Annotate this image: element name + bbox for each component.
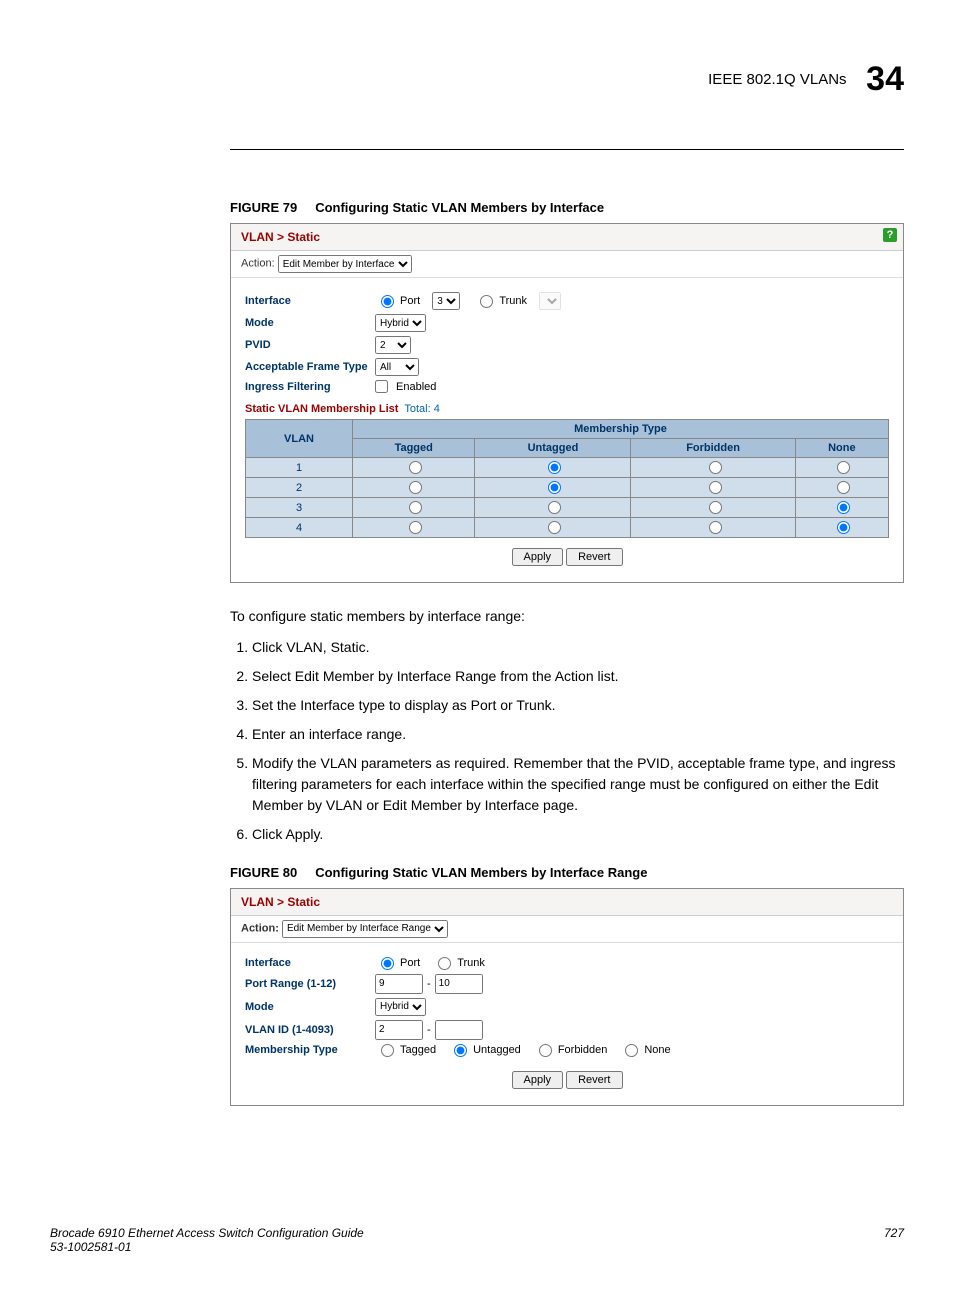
table-col-header: Forbidden — [631, 439, 795, 458]
help-icon[interactable]: ? — [883, 228, 897, 242]
row-pvid: PVID 2 — [245, 336, 889, 354]
port-radio[interactable] — [381, 295, 394, 308]
row-interface: Interface Port Trunk — [245, 957, 889, 970]
step-item: Enter an interface range. — [252, 724, 904, 745]
membership-radio[interactable] — [837, 461, 850, 474]
membership-radio[interactable] — [409, 521, 422, 534]
mode-select[interactable]: Hybrid — [375, 998, 426, 1016]
row-vlanid: VLAN ID (1-4093) - — [245, 1020, 889, 1040]
table-col-header: None — [795, 439, 888, 458]
membership-radio[interactable] — [709, 521, 722, 534]
table-row: 3 — [246, 498, 889, 518]
range-to-input[interactable] — [435, 974, 483, 994]
aft-select[interactable]: All — [375, 358, 419, 376]
apply-button[interactable]: Apply — [512, 548, 564, 566]
revert-button[interactable]: Revert — [566, 548, 622, 566]
header-rule — [230, 149, 904, 150]
vlanid-from-input[interactable] — [375, 1020, 423, 1040]
row-membership: Membership Type Tagged Untagged Forbidde… — [245, 1044, 889, 1057]
trunk-select[interactable] — [539, 292, 561, 310]
membership-radio[interactable] — [548, 461, 561, 474]
ingress-checkbox[interactable] — [375, 380, 388, 393]
vlanid-to-input[interactable] — [435, 1020, 483, 1040]
button-row: Apply Revert — [245, 538, 889, 572]
action-bar: Action: Edit Member by Interface — [231, 251, 903, 278]
forbidden-radio[interactable] — [539, 1044, 552, 1057]
port-radio[interactable] — [381, 957, 394, 970]
membership-radio[interactable] — [548, 501, 561, 514]
step-item: Modify the VLAN parameters as required. … — [252, 753, 904, 816]
membership-radio[interactable] — [548, 481, 561, 494]
step-item: Click Apply. — [252, 824, 904, 845]
action-select[interactable]: Edit Member by Interface Range — [282, 920, 448, 938]
table-row: 4 — [246, 518, 889, 538]
tagged-radio[interactable] — [381, 1044, 394, 1057]
membership-radio[interactable] — [409, 501, 422, 514]
row-interface: Interface Port 3 Trunk — [245, 292, 889, 310]
table-col-header: Tagged — [353, 439, 475, 458]
membership-radio[interactable] — [709, 481, 722, 494]
vlan-id-cell: 2 — [246, 478, 353, 498]
membership-radio[interactable] — [709, 501, 722, 514]
figure-79-screenshot: VLAN > Static ? Action: Edit Member by I… — [230, 223, 904, 583]
apply-button[interactable]: Apply — [512, 1071, 564, 1089]
step-item: Click VLAN, Static. — [252, 637, 904, 658]
membership-radio[interactable] — [837, 521, 850, 534]
figure-80-label: FIGURE 80Configuring Static VLAN Members… — [230, 865, 904, 880]
page-header: IEEE 802.1Q VLANs 34 — [50, 60, 904, 99]
action-bar: Action: Edit Member by Interface Range — [231, 916, 903, 943]
membership-radio[interactable] — [709, 461, 722, 474]
intro-text: To configure static members by interface… — [230, 607, 904, 627]
action-select[interactable]: Edit Member by Interface — [278, 255, 412, 273]
row-aft: Acceptable Frame Type All — [245, 358, 889, 376]
table-row: 1 — [246, 458, 889, 478]
table-row: 2 — [246, 478, 889, 498]
pvid-select[interactable]: 2 — [375, 336, 411, 354]
membership-radio[interactable] — [837, 501, 850, 514]
untagged-radio[interactable] — [454, 1044, 467, 1057]
step-item: Set the Interface type to display as Por… — [252, 695, 904, 716]
row-mode: Mode Hybrid — [245, 314, 889, 332]
steps-list: Click VLAN, Static. Select Edit Member by… — [230, 637, 904, 845]
range-from-input[interactable] — [375, 974, 423, 994]
membership-radio[interactable] — [409, 481, 422, 494]
section-title: IEEE 802.1Q VLANs — [708, 71, 846, 88]
row-ingress: Ingress Filtering Enabled — [245, 380, 889, 393]
port-select[interactable]: 3 — [432, 292, 460, 310]
row-mode: Mode Hybrid — [245, 998, 889, 1016]
vlan-id-cell: 4 — [246, 518, 353, 538]
membership-radio[interactable] — [837, 481, 850, 494]
vlan-id-cell: 3 — [246, 498, 353, 518]
row-range: Port Range (1-12) - — [245, 974, 889, 994]
panel-breadcrumb: VLAN > Static — [231, 889, 903, 916]
list-title: Static VLAN Membership List Total: 4 — [245, 403, 889, 415]
none-radio[interactable] — [625, 1044, 638, 1057]
trunk-radio[interactable] — [480, 295, 493, 308]
page-footer: Brocade 6910 Ethernet Access Switch Conf… — [50, 1226, 904, 1254]
mode-select[interactable]: Hybrid — [375, 314, 426, 332]
table-col-header: Untagged — [475, 439, 631, 458]
vlan-membership-table: VLAN Membership Type TaggedUntaggedForbi… — [245, 419, 889, 538]
button-row: Apply Revert — [245, 1061, 889, 1095]
panel-breadcrumb: VLAN > Static ? — [231, 224, 903, 251]
chapter-number: 34 — [866, 60, 904, 98]
membership-radio[interactable] — [409, 461, 422, 474]
figure-80-screenshot: VLAN > Static Action: Edit Member by Int… — [230, 888, 904, 1106]
figure-79-label: FIGURE 79Configuring Static VLAN Members… — [230, 200, 904, 215]
revert-button[interactable]: Revert — [566, 1071, 622, 1089]
trunk-radio[interactable] — [438, 957, 451, 970]
step-item: Select Edit Member by Interface Range fr… — [252, 666, 904, 687]
vlan-id-cell: 1 — [246, 458, 353, 478]
membership-radio[interactable] — [548, 521, 561, 534]
